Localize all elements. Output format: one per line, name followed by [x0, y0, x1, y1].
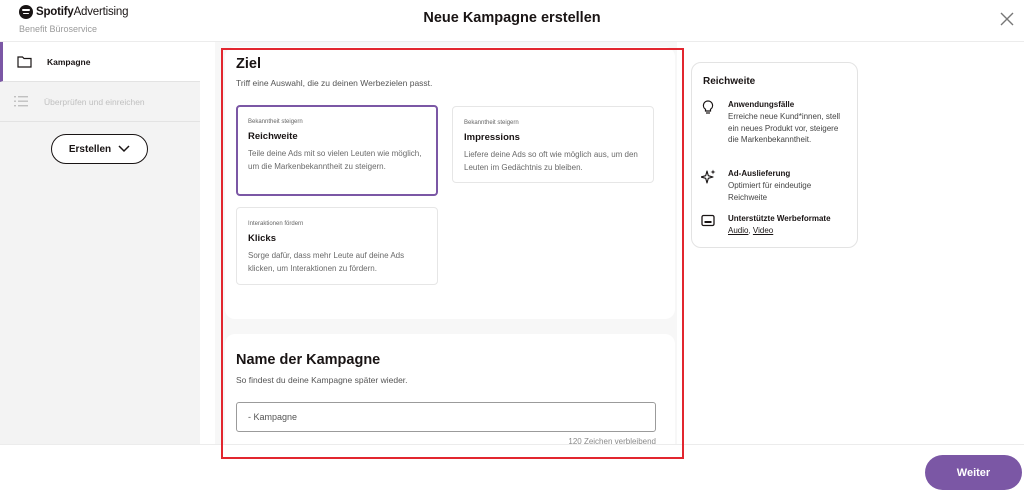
top-bar: SpotifyAdvertising Benefit Büroservice N… — [0, 0, 1024, 42]
goal-option-impressions[interactable]: Bekanntheit steigern Impressions Liefere… — [452, 106, 654, 183]
sparkle-icon — [701, 169, 716, 184]
info-row-use-cases: Anwendungsfälle Erreiche neue Kund*innen… — [701, 100, 849, 160]
sidebar-item-label: Kampagne — [47, 56, 91, 67]
sidebar: Kampagne Überprüfen und einreichen Erste… — [0, 42, 200, 444]
campaign-name-input[interactable] — [236, 402, 656, 432]
info-row-text: Erreiche neue Kund*innen, stell ein neue… — [728, 112, 841, 144]
option-category: Bekanntheit steigern — [464, 120, 519, 126]
option-description: Sorge dafür, dass mehr Leute auf deine A… — [248, 251, 405, 273]
format-link-audio[interactable]: Audio — [728, 226, 748, 235]
goal-subtitle: Triff eine Auswahl, die zu deinen Werbez… — [236, 78, 433, 88]
sidebar-item-label: Überprüfen und einreichen — [44, 96, 145, 107]
campaign-name-title: Name der Kampagne — [236, 352, 381, 368]
folder-icon — [17, 56, 32, 68]
option-description: Teile deine Ads mit so vielen Leuten wie… — [248, 149, 422, 171]
option-title: Klicks — [248, 233, 276, 244]
info-panel: Reichweite Anwendungsfälle Erreiche neue… — [691, 62, 858, 248]
page-title: Neue Kampagne erstellen — [423, 10, 601, 26]
info-title: Reichweite — [703, 76, 756, 87]
sidebar-item-review: Überprüfen und einreichen — [0, 82, 200, 122]
lightbulb-icon — [702, 100, 714, 114]
goal-title: Ziel — [236, 56, 261, 72]
option-title: Reichweite — [248, 131, 298, 142]
info-row-heading: Ad-Auslieferung — [728, 169, 791, 178]
sidebar-item-kampagne[interactable]: Kampagne — [0, 42, 200, 82]
info-row-formats: Unterstützte Werbeformate Audio, Video — [701, 214, 849, 242]
display-icon — [701, 214, 715, 227]
footer — [0, 444, 1024, 497]
option-description: Liefere deine Ads so oft wie möglich aus… — [464, 150, 638, 172]
next-button-label: Weiter — [956, 466, 991, 479]
option-title: Impressions — [464, 132, 520, 143]
create-button[interactable]: Erstellen — [51, 134, 148, 164]
next-button[interactable]: Weiter — [925, 455, 1022, 490]
format-link-video[interactable]: Video — [753, 226, 773, 235]
close-icon — [1000, 12, 1014, 26]
info-row-heading: Unterstützte Werbeformate — [728, 214, 831, 223]
info-row-heading: Anwendungsfälle — [728, 100, 795, 109]
list-icon — [14, 96, 28, 107]
goal-option-klicks[interactable]: Interaktionen fördern Klicks Sorge dafür… — [236, 207, 438, 285]
option-category: Bekanntheit steigern — [248, 119, 303, 125]
create-button-label: Erstellen — [68, 143, 112, 155]
info-row-text: Optimiert für eindeutige Reichweite — [728, 181, 812, 202]
info-row-delivery: Ad-Auslieferung Optimiert für eindeutige… — [701, 169, 849, 204]
option-category: Interaktionen fördern — [248, 221, 304, 227]
goal-option-reichweite[interactable]: Bekanntheit steigern Reichweite Teile de… — [236, 105, 438, 196]
close-button[interactable] — [996, 8, 1018, 30]
chevron-down-icon — [118, 145, 130, 153]
campaign-name-subtitle: So findest du deine Kampagne später wied… — [236, 375, 408, 385]
